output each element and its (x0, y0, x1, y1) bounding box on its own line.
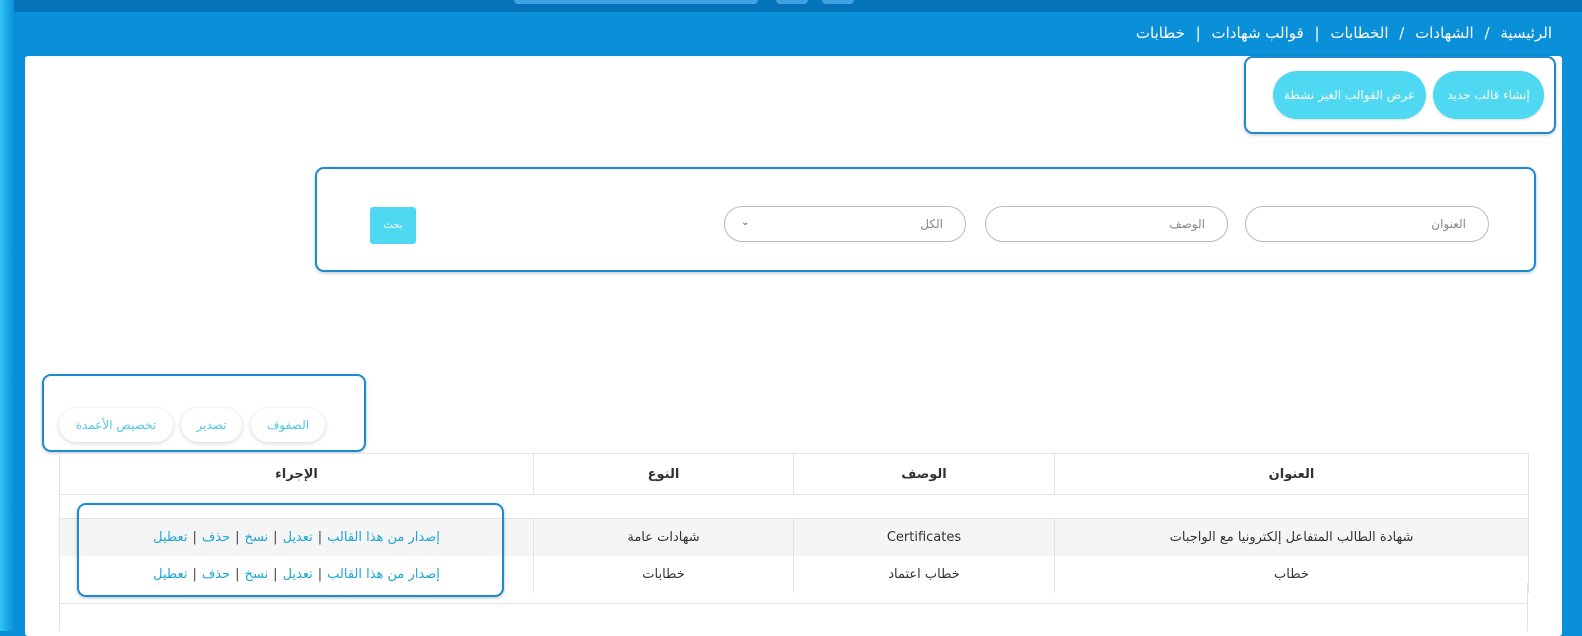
rows-button[interactable]: الصفوف (251, 408, 325, 442)
cell-description: خطاب اعتماد (793, 556, 1055, 593)
breadcrumb-letters[interactable]: الخطابات (1330, 24, 1388, 42)
column-header-action: الإجراء (59, 453, 534, 495)
breadcrumb-current: خطابات (1135, 24, 1185, 42)
top-icon-shape (822, 0, 854, 4)
title-filter-input[interactable]: العنوان (1245, 206, 1489, 242)
table-left-border (59, 583, 60, 631)
type-filter-select[interactable]: الكل ⌄ (724, 206, 966, 242)
breadcrumb-separator: / (1484, 24, 1490, 42)
row-actions-highlight (77, 503, 504, 597)
table-header-row: العنوان الوصف النوع الإجراء (59, 453, 1529, 495)
column-header-description[interactable]: الوصف (793, 453, 1055, 495)
breadcrumb-certificates[interactable]: الشهادات (1415, 24, 1474, 42)
breadcrumb-divider: | (1314, 24, 1320, 42)
table-bottom-border (59, 603, 1528, 604)
customize-columns-button[interactable]: تخصيص الأعمدة (59, 408, 173, 442)
breadcrumb-home[interactable]: الرئيسية (1500, 24, 1552, 42)
breadcrumb-separator: / (1399, 24, 1405, 42)
top-search-shape (514, 0, 758, 4)
search-button[interactable]: بحث (370, 207, 416, 244)
left-edge-glow (0, 0, 14, 631)
create-template-button[interactable]: إنشاء قالب جديد (1433, 71, 1544, 119)
column-header-type[interactable]: النوع (533, 453, 794, 495)
table-right-border (1527, 583, 1528, 631)
top-icon-shape (776, 0, 808, 4)
type-filter-value: الكل (920, 217, 943, 231)
breadcrumb-divider: | (1195, 24, 1201, 42)
column-header-title[interactable]: العنوان (1054, 453, 1529, 495)
show-inactive-templates-button[interactable]: عرض القوالب الغير نشطة (1273, 71, 1426, 119)
breadcrumb: الرئيسية / الشهادات / الخطابات | قوالب ش… (1136, 24, 1552, 42)
cell-type: خطابات (533, 556, 794, 593)
cell-type: شهادات عامة (533, 518, 794, 556)
description-filter-input[interactable]: الوصف (985, 206, 1228, 242)
cell-title: شهادة الطالب المتفاعل إلكترونيا مع الواج… (1054, 518, 1529, 556)
breadcrumb-templates[interactable]: قوالب شهادات (1212, 24, 1304, 42)
cell-description: Certificates (793, 518, 1055, 556)
top-bar (0, 0, 1582, 12)
export-button[interactable]: تصدير (181, 408, 242, 442)
chevron-down-icon: ⌄ (741, 217, 750, 228)
cell-title: خطاب (1054, 556, 1529, 593)
